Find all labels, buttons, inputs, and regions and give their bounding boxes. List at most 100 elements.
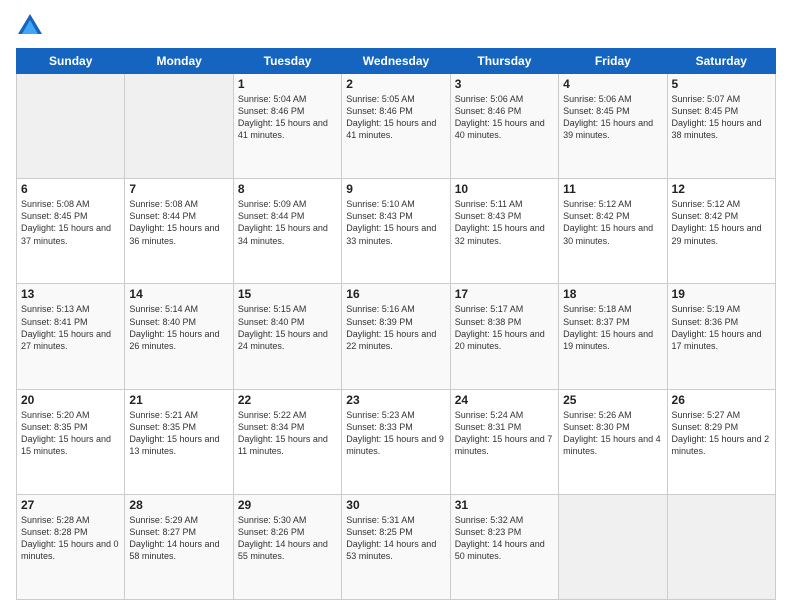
day-info: Sunrise: 5:06 AMSunset: 8:46 PMDaylight:… — [455, 93, 554, 142]
day-number: 15 — [238, 287, 337, 301]
day-info: Sunrise: 5:19 AMSunset: 8:36 PMDaylight:… — [672, 303, 771, 352]
day-info: Sunrise: 5:24 AMSunset: 8:31 PMDaylight:… — [455, 409, 554, 458]
day-number: 24 — [455, 393, 554, 407]
calendar-cell: 2Sunrise: 5:05 AMSunset: 8:46 PMDaylight… — [342, 74, 450, 179]
calendar-cell: 15 Sunrise: 5:15 AMSunset: 8:40 PMDayligh… — [233, 284, 341, 389]
day-info: Sunrise: 5:08 AMSunset: 8:44 PMDaylight:… — [129, 198, 228, 247]
day-number: 7 — [129, 182, 228, 196]
calendar-cell: 13 Sunrise: 5:13 AMSunset: 8:41 PMDayligh… — [17, 284, 125, 389]
day-number: 12 — [672, 182, 771, 196]
day-header-friday: Friday — [559, 49, 667, 74]
week-row-4: 20 Sunrise: 5:20 AMSunset: 8:35 PMDayligh… — [17, 389, 776, 494]
day-number: 3 — [455, 77, 554, 91]
calendar-table: SundayMondayTuesdayWednesdayThursdayFrid… — [16, 48, 776, 600]
day-info: Sunrise: 5:20 AMSunset: 8:35 PMDaylight:… — [21, 409, 120, 458]
day-info: Sunrise: 5:16 AMSunset: 8:39 PMDaylight:… — [346, 303, 445, 352]
calendar-cell: 9 Sunrise: 5:10 AMSunset: 8:43 PMDaylight… — [342, 179, 450, 284]
day-info: Sunrise: 5:30 AMSunset: 8:26 PMDaylight:… — [238, 514, 337, 563]
day-info: Sunrise: 5:13 AMSunset: 8:41 PMDaylight:… — [21, 303, 120, 352]
day-info: Sunrise: 5:18 AMSunset: 8:37 PMDaylight:… — [563, 303, 662, 352]
day-header-thursday: Thursday — [450, 49, 558, 74]
day-number: 31 — [455, 498, 554, 512]
calendar-cell: 3 Sunrise: 5:06 AMSunset: 8:46 PMDaylight… — [450, 74, 558, 179]
day-info: Sunrise: 5:26 AMSunset: 8:30 PMDaylight:… — [563, 409, 662, 458]
day-info: Sunrise: 5:22 AMSunset: 8:34 PMDaylight:… — [238, 409, 337, 458]
calendar-cell: 20 Sunrise: 5:20 AMSunset: 8:35 PMDayligh… — [17, 389, 125, 494]
day-number: 21 — [129, 393, 228, 407]
calendar-cell: 25 Sunrise: 5:26 AMSunset: 8:30 PMDayligh… — [559, 389, 667, 494]
day-info: Sunrise: 5:17 AMSunset: 8:38 PMDaylight:… — [455, 303, 554, 352]
day-number: 19 — [672, 287, 771, 301]
day-number: 10 — [455, 182, 554, 196]
day-info: Sunrise: 5:14 AMSunset: 8:40 PMDaylight:… — [129, 303, 228, 352]
week-row-2: 6 Sunrise: 5:08 AMSunset: 8:45 PMDaylight… — [17, 179, 776, 284]
day-info: Sunrise: 5:10 AMSunset: 8:43 PMDaylight:… — [346, 198, 445, 247]
week-row-1: 1Sunrise: 5:04 AMSunset: 8:46 PMDaylight… — [17, 74, 776, 179]
day-number: 5 — [672, 77, 771, 91]
day-number: 27 — [21, 498, 120, 512]
week-row-5: 27 Sunrise: 5:28 AMSunset: 8:28 PMDayligh… — [17, 494, 776, 599]
day-info: Sunrise: 5:15 AMSunset: 8:40 PMDaylight:… — [238, 303, 337, 352]
header — [16, 12, 776, 40]
calendar-cell — [559, 494, 667, 599]
day-info: Sunrise: 5:21 AMSunset: 8:35 PMDaylight:… — [129, 409, 228, 458]
calendar-cell — [667, 494, 775, 599]
day-number: 13 — [21, 287, 120, 301]
day-info: Sunrise: 5:09 AMSunset: 8:44 PMDaylight:… — [238, 198, 337, 247]
day-header-monday: Monday — [125, 49, 233, 74]
day-number: 20 — [21, 393, 120, 407]
day-number: 30 — [346, 498, 445, 512]
calendar-cell: 27 Sunrise: 5:28 AMSunset: 8:28 PMDayligh… — [17, 494, 125, 599]
calendar-cell: 19 Sunrise: 5:19 AMSunset: 8:36 PMDayligh… — [667, 284, 775, 389]
week-row-3: 13 Sunrise: 5:13 AMSunset: 8:41 PMDayligh… — [17, 284, 776, 389]
day-info: Sunrise: 5:06 AMSunset: 8:45 PMDaylight:… — [563, 93, 662, 142]
day-info: Sunrise: 5:31 AMSunset: 8:25 PMDaylight:… — [346, 514, 445, 563]
day-info: Sunrise: 5:12 AMSunset: 8:42 PMDaylight:… — [563, 198, 662, 247]
day-number: 17 — [455, 287, 554, 301]
day-number: 23 — [346, 393, 445, 407]
calendar-cell: 10 Sunrise: 5:11 AMSunset: 8:43 PMDayligh… — [450, 179, 558, 284]
day-number: 14 — [129, 287, 228, 301]
calendar-cell: 12 Sunrise: 5:12 AMSunset: 8:42 PMDayligh… — [667, 179, 775, 284]
logo-icon — [16, 12, 44, 40]
day-header-wednesday: Wednesday — [342, 49, 450, 74]
calendar-cell: 29Sunrise: 5:30 AMSunset: 8:26 PMDayligh… — [233, 494, 341, 599]
day-number: 28 — [129, 498, 228, 512]
calendar-cell: 21 Sunrise: 5:21 AMSunset: 8:35 PMDayligh… — [125, 389, 233, 494]
day-number: 25 — [563, 393, 662, 407]
calendar-cell: 8 Sunrise: 5:09 AMSunset: 8:44 PMDaylight… — [233, 179, 341, 284]
day-number: 11 — [563, 182, 662, 196]
calendar-cell: 24 Sunrise: 5:24 AMSunset: 8:31 PMDayligh… — [450, 389, 558, 494]
page: SundayMondayTuesdayWednesdayThursdayFrid… — [0, 0, 792, 612]
calendar-cell: 22 Sunrise: 5:22 AMSunset: 8:34 PMDayligh… — [233, 389, 341, 494]
logo — [16, 12, 48, 40]
calendar-cell — [17, 74, 125, 179]
day-info: Sunrise: 5:23 AMSunset: 8:33 PMDaylight:… — [346, 409, 445, 458]
day-info: Sunrise: 5:27 AMSunset: 8:29 PMDaylight:… — [672, 409, 771, 458]
calendar-cell: 5Sunrise: 5:07 AMSunset: 8:45 PMDaylight… — [667, 74, 775, 179]
day-info: Sunrise: 5:12 AMSunset: 8:42 PMDaylight:… — [672, 198, 771, 247]
calendar-cell: 17 Sunrise: 5:17 AMSunset: 8:38 PMDayligh… — [450, 284, 558, 389]
day-number: 6 — [21, 182, 120, 196]
calendar-cell: 30 Sunrise: 5:31 AMSunset: 8:25 PMDayligh… — [342, 494, 450, 599]
calendar-cell: 6 Sunrise: 5:08 AMSunset: 8:45 PMDaylight… — [17, 179, 125, 284]
day-info: Sunrise: 5:05 AMSunset: 8:46 PMDaylight:… — [346, 93, 445, 142]
calendar-cell: 4 Sunrise: 5:06 AMSunset: 8:45 PMDaylight… — [559, 74, 667, 179]
calendar-cell: 31 Sunrise: 5:32 AMSunset: 8:23 PMDayligh… — [450, 494, 558, 599]
day-info: Sunrise: 5:04 AMSunset: 8:46 PMDaylight:… — [238, 93, 337, 142]
calendar-cell: 23 Sunrise: 5:23 AMSunset: 8:33 PMDayligh… — [342, 389, 450, 494]
day-number: 22 — [238, 393, 337, 407]
day-number: 9 — [346, 182, 445, 196]
calendar-cell: 1Sunrise: 5:04 AMSunset: 8:46 PMDaylight… — [233, 74, 341, 179]
day-info: Sunrise: 5:28 AMSunset: 8:28 PMDaylight:… — [21, 514, 120, 563]
day-number: 4 — [563, 77, 662, 91]
day-info: Sunrise: 5:11 AMSunset: 8:43 PMDaylight:… — [455, 198, 554, 247]
calendar-cell: 14 Sunrise: 5:14 AMSunset: 8:40 PMDayligh… — [125, 284, 233, 389]
day-number: 8 — [238, 182, 337, 196]
day-info: Sunrise: 5:08 AMSunset: 8:45 PMDaylight:… — [21, 198, 120, 247]
day-number: 16 — [346, 287, 445, 301]
calendar-cell: 18Sunrise: 5:18 AMSunset: 8:37 PMDayligh… — [559, 284, 667, 389]
calendar-cell: 16 Sunrise: 5:16 AMSunset: 8:39 PMDayligh… — [342, 284, 450, 389]
day-info: Sunrise: 5:32 AMSunset: 8:23 PMDaylight:… — [455, 514, 554, 563]
calendar-cell: 7 Sunrise: 5:08 AMSunset: 8:44 PMDaylight… — [125, 179, 233, 284]
